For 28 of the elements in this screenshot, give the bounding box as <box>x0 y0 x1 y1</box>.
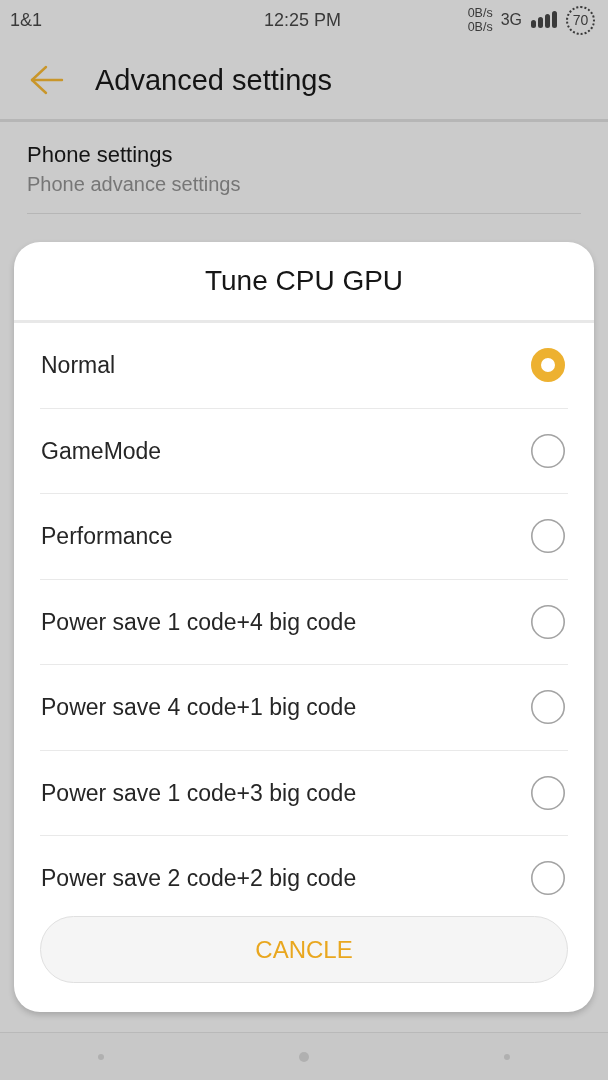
dot-icon[interactable] <box>98 1053 105 1060</box>
option-label[interactable]: Power save 1 code+4 big code <box>41 606 357 637</box>
dot-icon[interactable] <box>503 1053 510 1060</box>
dot-icon[interactable] <box>299 1051 309 1062</box>
network-speed: 0B/s <box>467 20 493 34</box>
setting-subtitle: Phone advance settings <box>27 172 241 197</box>
signal-bars-icon <box>530 10 558 30</box>
radio-button[interactable] <box>531 348 565 383</box>
option-label[interactable]: Power save 4 code+1 big code <box>41 692 357 723</box>
carrier-name: 1&1 <box>10 9 43 31</box>
radio-button[interactable] <box>531 433 565 468</box>
option-label[interactable]: Normal <box>41 350 116 381</box>
page-title: Advanced settings <box>95 62 332 98</box>
network-speed: 0B/s <box>467 6 493 20</box>
radio-button[interactable] <box>531 861 565 896</box>
option-label[interactable]: Power save 2 code+2 big code <box>41 863 357 894</box>
option-label[interactable]: GameMode <box>41 435 162 466</box>
option-label[interactable]: Power save 1 code+3 big code <box>41 777 357 808</box>
radio-button[interactable] <box>531 519 565 554</box>
clock-time: 12:25 PM <box>263 9 341 31</box>
radio-button[interactable] <box>531 775 565 810</box>
setting-title[interactable]: Phone settings <box>27 140 173 170</box>
radio-button[interactable] <box>531 604 565 639</box>
radio-button[interactable] <box>531 690 565 725</box>
option-label[interactable]: Performance <box>41 521 173 552</box>
battery-indicator: 70 <box>566 5 595 35</box>
dialog-title: Tune CPU GPU <box>204 264 404 298</box>
network-type: 3G <box>500 10 522 30</box>
